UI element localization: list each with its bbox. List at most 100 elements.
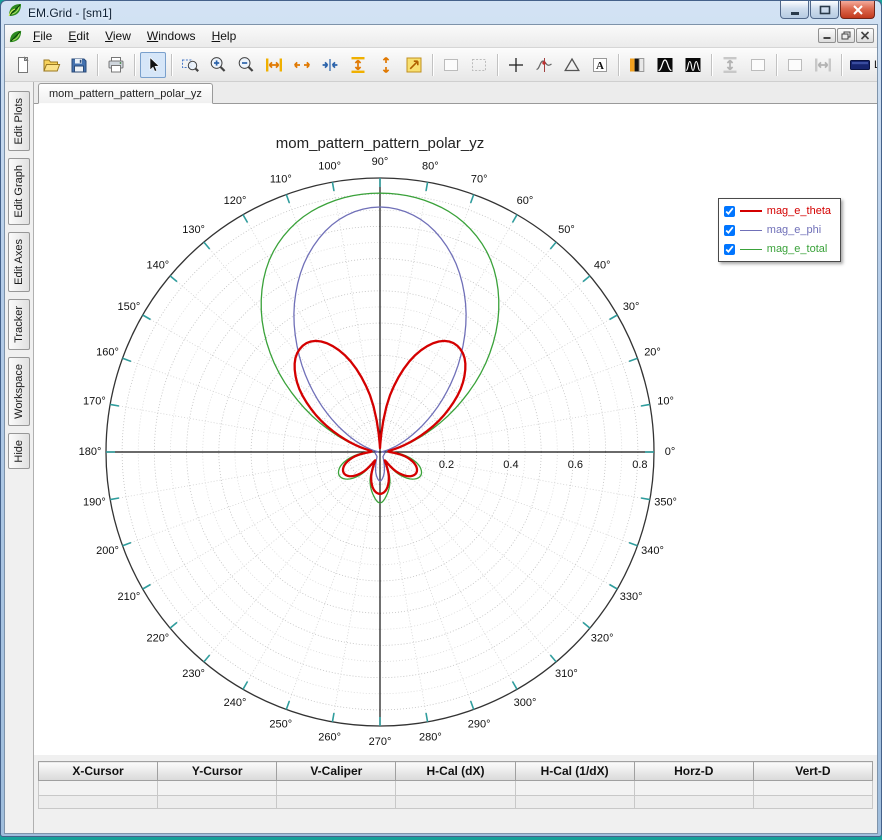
tracker-tool-button[interactable]: [531, 52, 557, 78]
menu-view[interactable]: View: [97, 26, 139, 46]
legend-checkbox-mag_e_theta[interactable]: [723, 205, 735, 217]
readout-cell: [37, 795, 159, 809]
readout-col-5: Horz-D: [633, 761, 754, 781]
zoom-in-button[interactable]: [205, 52, 231, 78]
fit-height-icon: [351, 56, 365, 73]
sidebar-tab-label: Edit Axes: [13, 239, 25, 285]
sidebar-tab-workspace[interactable]: Workspace: [8, 356, 30, 426]
frame-tool-2-button[interactable]: [782, 52, 808, 78]
tracker-trace-icon: [536, 57, 552, 72]
angle-tick-label: 20°: [644, 347, 661, 359]
minimize-button[interactable]: [780, 1, 809, 19]
zoom-window-button[interactable]: [177, 52, 203, 78]
angle-tick-label: 90°: [372, 156, 389, 168]
angle-tick-label: 310°: [555, 668, 578, 680]
text-tool-icon: A: [593, 57, 607, 72]
readout-cell: [276, 795, 397, 809]
menu-help[interactable]: Help: [204, 26, 245, 46]
angle-tick-label: 280°: [419, 732, 442, 744]
new-document-button[interactable]: [10, 52, 36, 78]
waveform-multi-button[interactable]: [680, 52, 706, 78]
mdi-restore-button[interactable]: [837, 28, 855, 43]
toolbar-separator: [776, 53, 777, 76]
legend-item-mag_e_phi: mag_e_phi: [723, 222, 831, 238]
legend-line-sample: [739, 248, 762, 250]
arrows-out-h-icon: [293, 61, 311, 68]
readout-col-6: Vert-D: [752, 761, 874, 781]
mdi-close-button[interactable]: [856, 28, 874, 43]
angle-tick-label: 230°: [182, 668, 205, 680]
sidebar-tab-label: Workspace: [13, 363, 25, 419]
save-file-button[interactable]: [66, 52, 92, 78]
angle-tick-label: 210°: [117, 591, 140, 603]
legend-checkbox-mag_e_total[interactable]: [723, 243, 735, 255]
sidebar-tab-hide[interactable]: Hide: [8, 432, 30, 470]
colormap-button[interactable]: [624, 52, 650, 78]
angle-tick-label: 260°: [318, 732, 341, 744]
new-frame-button[interactable]: [438, 52, 464, 78]
frame-tool-button[interactable]: [745, 52, 771, 78]
menu-edit[interactable]: Edit: [60, 26, 97, 46]
empty-frame-icon: [444, 58, 458, 71]
menu-file[interactable]: File: [25, 26, 60, 46]
mdi-child-icon[interactable]: [8, 29, 23, 44]
empty-frame-icon: [788, 58, 802, 71]
select-cursor-button[interactable]: [140, 51, 166, 78]
print-button[interactable]: [103, 52, 129, 78]
waveform-single-button[interactable]: [652, 52, 678, 78]
readout-cell: [752, 780, 874, 796]
titlebar[interactable]: EM.Grid - [sm1]: [4, 1, 878, 24]
stretch-horizontal-button[interactable]: [810, 52, 836, 78]
toolbar: A Layout: [5, 48, 877, 82]
readout-cell: [633, 795, 754, 809]
readout-col-4: H-Cal (1/dX): [514, 761, 635, 781]
angle-tick-label: 190°: [83, 496, 106, 508]
open-file-button[interactable]: [38, 52, 64, 78]
angle-tick-label: 70°: [471, 173, 488, 185]
sidebar-tab-edit-plots[interactable]: Edit Plots: [8, 91, 30, 152]
radius-tick-label: 0.2: [439, 459, 454, 471]
plot-area: mom_pattern_pattern_polar_yz 0° 10° 20° 30° 4…: [34, 104, 877, 755]
fit-all-button[interactable]: [401, 52, 427, 78]
readout-cell: [37, 780, 159, 796]
new-region-button[interactable]: [466, 52, 492, 78]
readout-col-0: X-Cursor: [37, 761, 159, 781]
legend-line-sample: [739, 210, 762, 212]
document-tab[interactable]: mom_pattern_pattern_polar_yz: [38, 83, 213, 104]
add-cursor-button[interactable]: [503, 52, 529, 78]
angle-tick-label: 110°: [270, 173, 292, 185]
expand-vertical-button[interactable]: [373, 52, 399, 78]
angle-tick-label: 320°: [591, 632, 614, 644]
radius-tick-label: 0.4: [503, 459, 518, 471]
add-text-button[interactable]: A: [587, 52, 613, 78]
sidebar-tab-edit-axes[interactable]: Edit Axes: [8, 232, 30, 292]
colormap-mini-icon: [630, 57, 645, 72]
angle-tick-label: 160°: [96, 347, 119, 359]
layout-selector[interactable]: Layout: [850, 55, 877, 75]
angle-tick-label: 120°: [224, 195, 247, 207]
sidebar-tab-strip: Edit Plots Edit Graph Edit Axes Tracker Work…: [5, 82, 33, 833]
add-marker-button[interactable]: [559, 52, 585, 78]
toolbar-separator: [497, 53, 498, 76]
fit-width-icon: [266, 58, 282, 71]
fit-width-button[interactable]: [261, 52, 287, 78]
angle-tick-label: 180°: [79, 446, 102, 458]
fit-height-button[interactable]: [345, 52, 371, 78]
readout-col-3: H-Cal (dX): [395, 761, 516, 781]
stretch-vertical-button[interactable]: [717, 52, 743, 78]
sidebar-tab-tracker[interactable]: Tracker: [8, 298, 30, 350]
close-button[interactable]: [840, 1, 875, 19]
expand-horizontal-button[interactable]: [289, 52, 315, 78]
toolbar-separator: [618, 53, 619, 76]
maximize-button[interactable]: [810, 1, 839, 19]
menu-windows[interactable]: Windows: [139, 26, 204, 46]
mdi-minimize-button[interactable]: [818, 28, 836, 43]
legend-item-mag_e_total: mag_e_total: [723, 241, 831, 257]
zoom-out-button[interactable]: [233, 52, 259, 78]
sidebar-tab-edit-graph[interactable]: Edit Graph: [8, 158, 30, 226]
shrink-horizontal-button[interactable]: [317, 52, 343, 78]
legend-item-mag_e_theta: mag_e_theta: [723, 203, 831, 219]
zoom-in-icon: [210, 56, 226, 72]
angle-tick-label: 100°: [318, 160, 341, 172]
legend-checkbox-mag_e_phi[interactable]: [723, 224, 735, 236]
